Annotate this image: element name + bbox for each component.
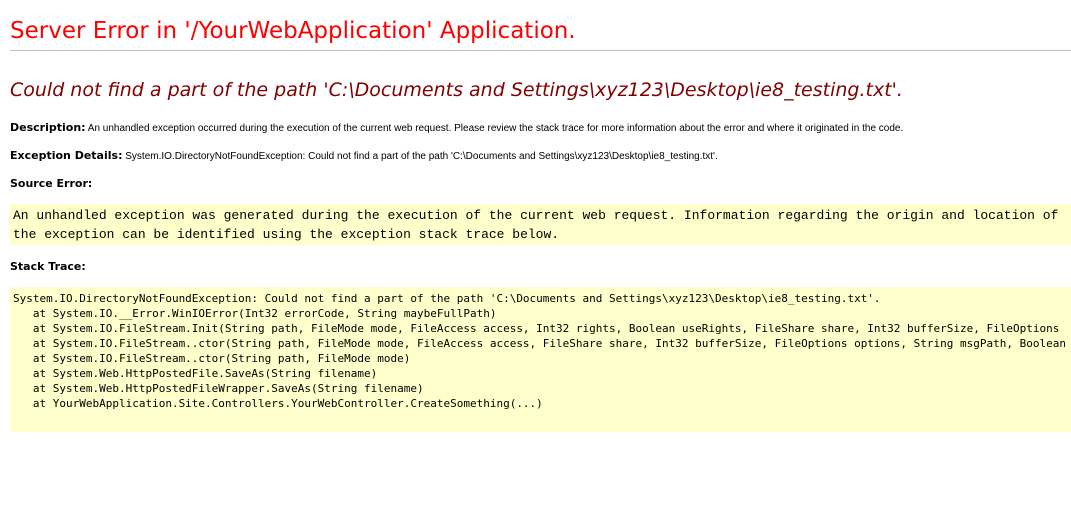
page-title: Server Error in '/YourWebApplication' Ap… — [10, 18, 576, 44]
source-error-box: An unhandled exception was generated dur… — [10, 204, 1071, 245]
source-error-label: Source Error: — [10, 177, 93, 190]
stack-trace-line: at System.Web.HttpPostedFile.SaveAs(Stri… — [13, 367, 378, 380]
stack-trace-label: Stack Trace: — [10, 260, 86, 273]
stack-trace-line: at System.Web.HttpPostedFileWrapper.Save… — [13, 382, 424, 395]
stack-trace-line: at YourWebApplication.Site.Controllers.Y… — [13, 397, 543, 410]
stack-trace-line: System.IO.DirectoryNotFoundException: Co… — [13, 292, 881, 305]
stack-trace-line: at System.IO.FileStream..ctor(String pat… — [13, 337, 1066, 350]
description-label: Description: — [10, 121, 86, 134]
stack-trace-line: at System.IO.FileStream..ctor(String pat… — [13, 352, 411, 365]
error-message-heading: Could not find a part of the path 'C:\Do… — [10, 79, 903, 101]
stack-trace-box: System.IO.DirectoryNotFoundException: Co… — [10, 287, 1071, 432]
title-divider — [10, 50, 1071, 51]
stack-trace-code: System.IO.DirectoryNotFoundException: Co… — [10, 287, 1071, 411]
stack-trace-line: at System.IO.__Error.WinIOError(Int32 er… — [13, 307, 497, 320]
description-row: Description: An unhandled exception occu… — [10, 121, 903, 136]
code-line: An unhandled exception was generated dur… — [13, 208, 1059, 223]
stack-trace-line: at System.IO.FileStream.Init(String path… — [13, 322, 1060, 335]
description-text: An unhandled exception occurred during t… — [87, 123, 904, 134]
exception-details-label: Exception Details: — [10, 149, 123, 162]
error-page: Server Error in '/YourWebApplication' Ap… — [0, 0, 1071, 531]
exception-details-row: Exception Details: System.IO.DirectoryNo… — [10, 149, 718, 164]
exception-details-text: System.IO.DirectoryNotFoundException: Co… — [125, 151, 718, 162]
code-line: the exception can be identified using th… — [13, 227, 560, 242]
source-error-code: An unhandled exception was generated dur… — [10, 204, 1071, 244]
